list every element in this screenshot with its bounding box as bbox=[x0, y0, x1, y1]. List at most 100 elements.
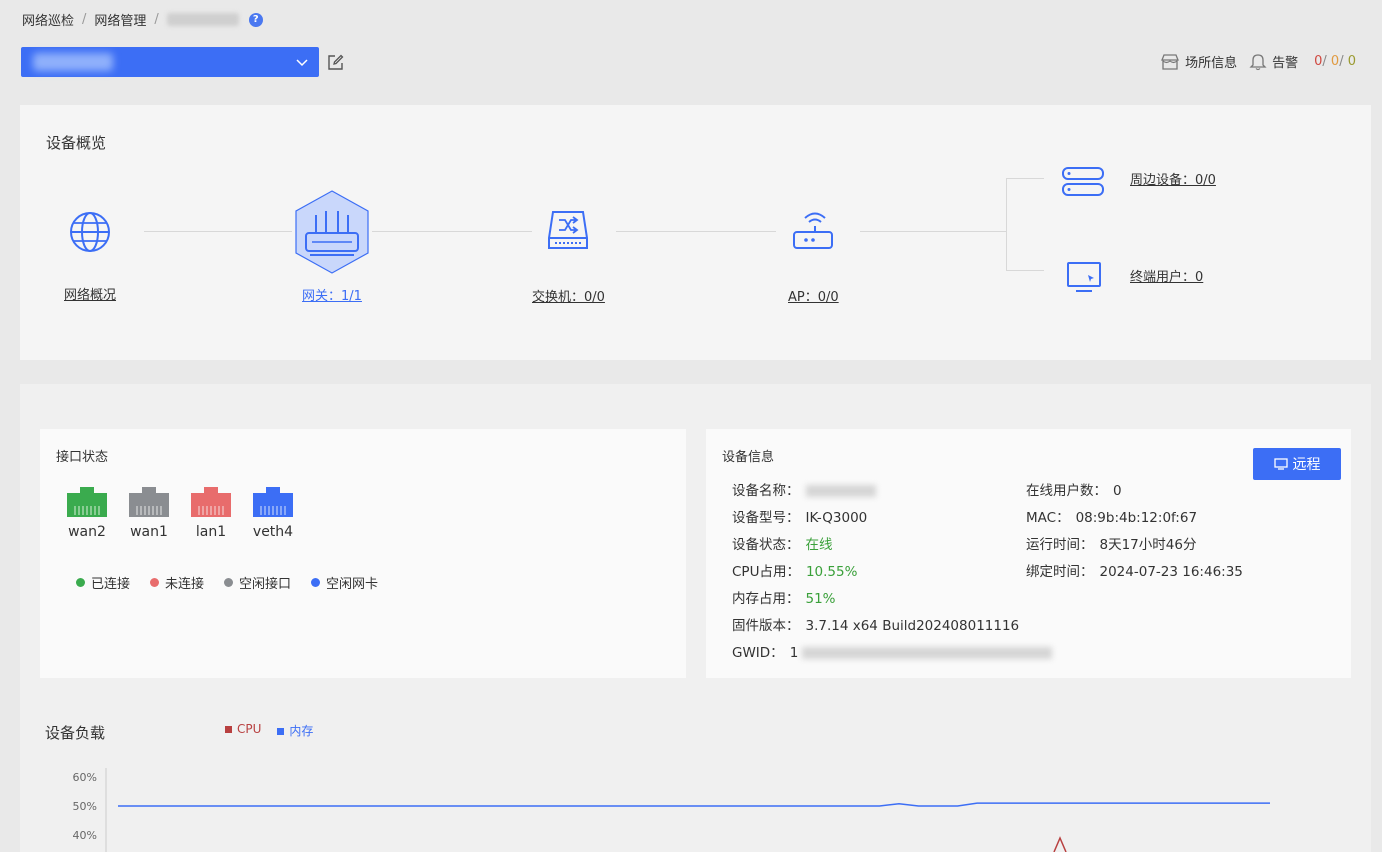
alarm-count-major: 0 bbox=[1330, 54, 1340, 69]
info-cpu-usage: CPU占用： 10.55% bbox=[732, 560, 857, 580]
site-selector-value-redacted bbox=[33, 53, 113, 71]
legend-connected: 已连接 bbox=[76, 573, 130, 592]
overview-node-ap[interactable]: AP：0/0 bbox=[788, 208, 839, 305]
overview-terminal-label[interactable]: 终端用户：0 bbox=[1130, 266, 1203, 285]
breadcrumb: 网络巡检 / 网络管理 / ? bbox=[22, 10, 263, 29]
port-name: wan1 bbox=[130, 524, 168, 540]
port-veth4[interactable]: veth4 bbox=[252, 486, 294, 540]
info-value: 08:9b:4b:12:0f:67 bbox=[1075, 510, 1198, 526]
overview-title: 设备概览 bbox=[46, 134, 107, 152]
info-value: 51% bbox=[805, 591, 836, 607]
connector-line bbox=[144, 231, 292, 232]
legend-label: 空闲接口 bbox=[239, 577, 292, 592]
breadcrumb-separator: / bbox=[82, 12, 87, 27]
info-key: 固件版本： bbox=[732, 618, 800, 634]
y-tick-label: 40% bbox=[73, 829, 97, 842]
router-icon bbox=[295, 190, 369, 274]
interface-status-title: 接口状态 bbox=[56, 450, 109, 465]
server-icon bbox=[1062, 167, 1104, 196]
remote-button[interactable]: 远程 bbox=[1253, 448, 1341, 480]
overview-node-network[interactable]: 网络概况 bbox=[64, 210, 116, 303]
interface-status-card: 接口状态 wan2 wan1 lan1 veth4 已连接 未连接 空闲接口 空… bbox=[40, 429, 686, 678]
info-value: 2024-07-23 16:46:35 bbox=[1099, 564, 1243, 580]
overview-node-switch[interactable]: 交换机：0/0 bbox=[532, 208, 605, 305]
info-device-model: 设备型号： IK-Q3000 bbox=[732, 506, 867, 526]
ethernet-port-icon bbox=[191, 487, 231, 517]
breadcrumb-item-redacted bbox=[166, 13, 239, 26]
info-online-users: 在线用户数： 0 bbox=[1026, 479, 1122, 499]
load-chart: 60% 50% 40% bbox=[73, 768, 1270, 852]
legend-dot-blue bbox=[311, 578, 321, 587]
site-info-button[interactable]: 场所信息 bbox=[1160, 52, 1237, 71]
info-value: IK-Q3000 bbox=[805, 510, 868, 526]
port-wan1[interactable]: wan1 bbox=[128, 486, 170, 540]
info-value: 8天17小时46分 bbox=[1099, 537, 1197, 553]
edit-icon[interactable] bbox=[327, 54, 344, 71]
device-detail-panel: 接口状态 wan2 wan1 lan1 veth4 已连接 未连接 空闲接口 空… bbox=[20, 384, 1371, 852]
topbar-right: 场所信息 告警 0/ 0/ 0 bbox=[1148, 52, 1356, 71]
legend-label: 空闲网卡 bbox=[326, 577, 379, 592]
info-mac: MAC： 08:9b:4b:12:0f:67 bbox=[1026, 506, 1197, 526]
load-legend-cpu[interactable]: CPU bbox=[225, 722, 261, 739]
alarm-button[interactable]: 告警 bbox=[1249, 52, 1298, 71]
info-gwid: GWID： 1 bbox=[732, 641, 1053, 661]
device-info-title: 设备信息 bbox=[722, 450, 775, 465]
bell-icon bbox=[1249, 54, 1267, 71]
alarm-label: 告警 bbox=[1272, 56, 1299, 71]
overview-ap-label[interactable]: AP：0/0 bbox=[788, 286, 839, 305]
info-key: 设备名称： bbox=[732, 483, 800, 499]
overview-peripheral-label[interactable]: 周边设备：0/0 bbox=[1130, 169, 1216, 188]
load-legend-mem[interactable]: 内存 bbox=[277, 722, 313, 739]
overview-node-gateway[interactable]: 网关：1/1 bbox=[292, 189, 372, 304]
port-name: lan1 bbox=[195, 524, 227, 540]
info-device-status: 设备状态： 在线 bbox=[732, 533, 833, 553]
connector-line bbox=[1006, 178, 1007, 270]
count-separator: / bbox=[1339, 54, 1344, 69]
overview-node-terminal[interactable]: 终端用户：0 bbox=[1064, 260, 1203, 294]
overview-gateway-label[interactable]: 网关：1/1 bbox=[302, 285, 362, 304]
remote-button-label: 远程 bbox=[1292, 457, 1321, 473]
load-title: 设备负载 bbox=[45, 724, 106, 742]
site-selector[interactable] bbox=[21, 47, 319, 77]
alarm-counts[interactable]: 0/ 0/ 0 bbox=[1314, 54, 1356, 69]
overview-node-peripheral[interactable]: 周边设备：0/0 bbox=[1060, 165, 1216, 199]
legend-disconnected: 未连接 bbox=[150, 573, 204, 592]
overview-switch-label[interactable]: 交换机：0/0 bbox=[532, 286, 605, 305]
alarm-count-minor: 0 bbox=[1347, 54, 1356, 69]
info-device-name: 设备名称： bbox=[732, 479, 876, 499]
info-memory-usage: 内存占用： 51% bbox=[732, 587, 836, 607]
legend-label: 未连接 bbox=[165, 577, 205, 592]
series-line-memory bbox=[118, 802, 1270, 807]
port-lan1[interactable]: lan1 bbox=[190, 486, 232, 540]
port-name: veth4 bbox=[252, 524, 294, 540]
connector-line bbox=[1006, 178, 1044, 179]
connector-line bbox=[860, 231, 1007, 232]
info-key: 绑定时间： bbox=[1026, 564, 1094, 580]
breadcrumb-item-management[interactable]: 网络管理 bbox=[94, 10, 146, 29]
overview-network-label[interactable]: 网络概况 bbox=[64, 284, 116, 303]
legend-label: 已连接 bbox=[91, 577, 131, 592]
legend-vnic: 空闲网卡 bbox=[311, 573, 378, 592]
breadcrumb-item-inspection[interactable]: 网络巡检 bbox=[22, 10, 74, 29]
info-value: 3.7.14 x64 Build202408011116 bbox=[805, 618, 1020, 634]
legend-idle: 空闲接口 bbox=[224, 573, 291, 592]
info-value: 0 bbox=[1113, 483, 1122, 499]
info-key: 运行时间： bbox=[1026, 537, 1094, 553]
port-list: wan2 wan1 lan1 veth4 bbox=[66, 486, 294, 540]
info-key: 在线用户数： bbox=[1026, 483, 1107, 499]
legend-square-blue bbox=[277, 728, 285, 735]
device-name-redacted bbox=[805, 485, 876, 497]
info-key: 内存占用： bbox=[732, 591, 800, 607]
legend-dot-red bbox=[150, 578, 160, 587]
legend-dot-gray bbox=[224, 578, 234, 587]
info-bind-time: 绑定时间： 2024-07-23 16:46:35 bbox=[1026, 560, 1243, 580]
info-key: MAC： bbox=[1026, 510, 1070, 526]
series-line-cpu bbox=[1053, 836, 1067, 852]
monitor-icon bbox=[1067, 262, 1101, 292]
load-legend: CPU 内存 bbox=[225, 722, 313, 739]
port-wan2[interactable]: wan2 bbox=[66, 486, 108, 540]
help-icon[interactable]: ? bbox=[248, 12, 263, 27]
gwid-redacted bbox=[802, 647, 1053, 659]
connector-line bbox=[616, 231, 776, 232]
info-key: GWID： bbox=[732, 645, 784, 661]
